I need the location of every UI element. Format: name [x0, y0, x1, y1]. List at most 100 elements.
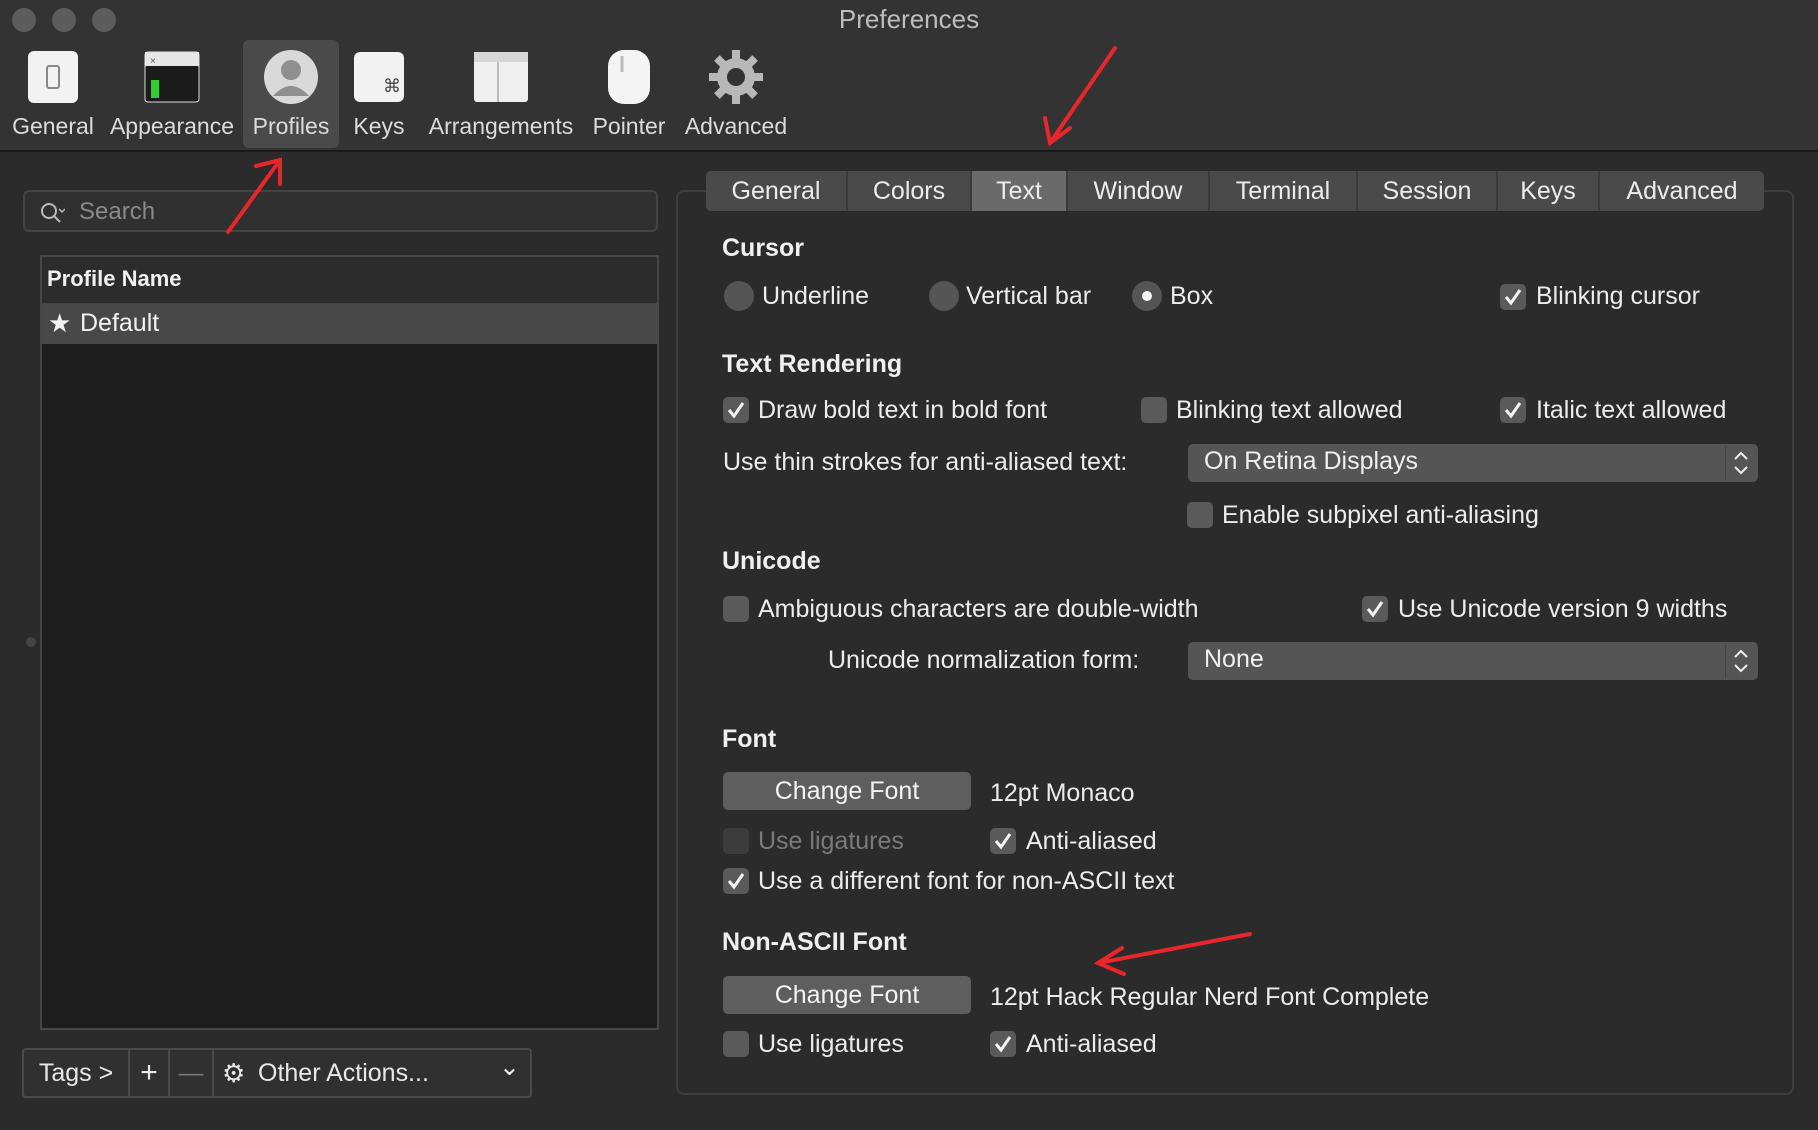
toolbar-keys-label: Keys: [353, 113, 405, 139]
toolbar-advanced[interactable]: Advanced: [680, 40, 792, 148]
svg-text:⌘: ⌘: [383, 76, 401, 97]
text-rendering-section-title: Text Rendering: [722, 350, 903, 378]
draw-bold-label: Draw bold text in bold font: [758, 396, 1048, 424]
thin-strokes-popup[interactable]: On Retina Displays: [1188, 444, 1758, 482]
title-bar: Preferences General × Appearance Profile…: [0, 0, 1818, 152]
gear-icon: ⚙: [222, 1058, 246, 1088]
blinking-text-label: Blinking text allowed: [1176, 396, 1403, 424]
normalization-popup[interactable]: None: [1188, 642, 1758, 680]
thin-strokes-label: Use thin strokes for anti-aliased text:: [723, 448, 1128, 476]
italic-text-checkbox[interactable]: [1500, 397, 1526, 423]
normalization-value: None: [1204, 645, 1264, 673]
font-ligatures-checkbox[interactable]: [723, 828, 749, 854]
profile-name-column-header[interactable]: Profile Name: [42, 257, 657, 304]
window-title: Preferences: [838, 4, 980, 34]
font-anti-aliased-checkbox[interactable]: [990, 828, 1016, 854]
tab-advanced[interactable]: Advanced: [1600, 171, 1764, 211]
profile-list: Profile Name ★ Default: [40, 255, 659, 1030]
blinking-cursor-checkbox[interactable]: [1500, 284, 1526, 310]
change-font-button[interactable]: Change Font: [723, 772, 971, 810]
checkmark-icon: [1504, 289, 1522, 306]
chevron-down-icon: ⌄: [499, 1053, 520, 1081]
toolbar-general[interactable]: General: [4, 40, 102, 148]
ambiguous-width-checkbox[interactable]: [723, 596, 749, 622]
svg-text:×: ×: [150, 56, 156, 67]
toolbar-general-label: General: [12, 113, 94, 139]
italic-text-label: Italic text allowed: [1536, 396, 1727, 424]
checkmark-icon: [727, 402, 745, 419]
appearance-icon: ×: [144, 51, 200, 103]
profiles-icon: [264, 50, 318, 104]
search-placeholder: Search: [79, 198, 156, 225]
unicode-v9-checkbox[interactable]: [1362, 596, 1388, 622]
tab-keys[interactable]: Keys: [1498, 171, 1600, 211]
subpixel-aa-label: Enable subpixel anti-aliasing: [1222, 501, 1539, 529]
radio-selected-dot: [1142, 291, 1152, 301]
font-anti-aliased-label: Anti-aliased: [1026, 827, 1157, 855]
font-ligatures-label: Use ligatures: [758, 827, 904, 855]
profile-name: Default: [80, 309, 160, 337]
profile-row-default[interactable]: ★ Default: [42, 304, 657, 344]
toolbar-arrangements-label: Arrangements: [428, 113, 574, 139]
tab-terminal[interactable]: Terminal: [1210, 171, 1358, 211]
updown-arrows-icon: [1725, 446, 1748, 480]
checkmark-icon: [994, 833, 1012, 850]
keys-icon: ⌘: [354, 52, 404, 102]
non-ascii-anti-aliased-checkbox[interactable]: [990, 1031, 1016, 1057]
profile-search-field[interactable]: Search: [23, 190, 658, 232]
toolbar-profiles-label: Profiles: [252, 113, 330, 139]
add-profile-button[interactable]: +: [130, 1050, 170, 1096]
cursor-vertical-bar-radio[interactable]: [929, 281, 959, 311]
column-header-label: Profile Name: [47, 266, 182, 291]
split-handle[interactable]: [26, 637, 36, 647]
cursor-underline-radio[interactable]: [724, 281, 754, 311]
cursor-section-title: Cursor: [722, 234, 804, 262]
toolbar-arrangements[interactable]: Arrangements: [424, 40, 578, 148]
cursor-vertical-bar-label: Vertical bar: [966, 282, 1092, 310]
current-non-ascii-font-label: 12pt Hack Regular Nerd Font Complete: [990, 983, 1430, 1011]
checkmark-icon: [994, 1036, 1012, 1053]
toolbar-appearance[interactable]: × Appearance: [106, 40, 238, 148]
ambiguous-width-label: Ambiguous characters are double-width: [758, 595, 1199, 623]
other-actions-label: Other Actions...: [258, 1059, 429, 1087]
toolbar-keys[interactable]: ⌘ Keys: [344, 40, 414, 148]
toolbar-advanced-label: Advanced: [684, 113, 788, 139]
draw-bold-checkbox[interactable]: [723, 397, 749, 423]
toolbar-appearance-label: Appearance: [109, 113, 235, 139]
general-icon: [28, 51, 78, 103]
different-font-checkbox[interactable]: [723, 868, 749, 894]
cursor-box-radio[interactable]: [1132, 281, 1162, 311]
tab-session[interactable]: Session: [1358, 171, 1498, 211]
tab-colors[interactable]: Colors: [848, 171, 972, 211]
tab-text[interactable]: Text: [972, 171, 1068, 211]
advanced-gear-icon: [709, 50, 763, 104]
different-font-label: Use a different font for non-ASCII text: [758, 867, 1175, 895]
non-ascii-font-section-title: Non-ASCII Font: [722, 928, 907, 956]
tab-general[interactable]: General: [706, 171, 848, 211]
toolbar-pointer[interactable]: Pointer: [588, 40, 670, 148]
toolbar-pointer-label: Pointer: [592, 113, 666, 139]
profile-tabs: General Colors Text Window Terminal Sess…: [706, 171, 1764, 211]
remove-profile-button[interactable]: —: [170, 1050, 214, 1096]
tab-window[interactable]: Window: [1068, 171, 1210, 211]
blinking-text-checkbox[interactable]: [1141, 397, 1167, 423]
cursor-underline-label: Underline: [762, 282, 870, 310]
change-non-ascii-font-button[interactable]: Change Font: [723, 976, 971, 1014]
checkmark-icon: [1366, 601, 1384, 618]
pointer-icon: [608, 50, 650, 104]
toolbar-profiles[interactable]: Profiles: [243, 40, 339, 148]
unicode-v9-label: Use Unicode version 9 widths: [1398, 595, 1728, 623]
arrangements-icon: [474, 52, 528, 102]
other-actions-menu[interactable]: ⚙ Other Actions... ⌄: [214, 1050, 530, 1096]
subpixel-aa-checkbox[interactable]: [1187, 502, 1213, 528]
current-font-label: 12pt Monaco: [990, 779, 1135, 807]
non-ascii-ligatures-label: Use ligatures: [758, 1030, 904, 1058]
checkmark-icon: [1504, 402, 1522, 419]
profile-actions-bar: Tags > + — ⚙ Other Actions... ⌄: [22, 1048, 532, 1098]
font-section-title: Font: [722, 725, 777, 753]
default-star-icon: ★: [48, 308, 72, 338]
tags-button[interactable]: Tags >: [24, 1050, 130, 1096]
non-ascii-ligatures-checkbox[interactable]: [723, 1031, 749, 1057]
blinking-cursor-label: Blinking cursor: [1536, 282, 1700, 310]
cursor-box-label: Box: [1170, 282, 1214, 310]
